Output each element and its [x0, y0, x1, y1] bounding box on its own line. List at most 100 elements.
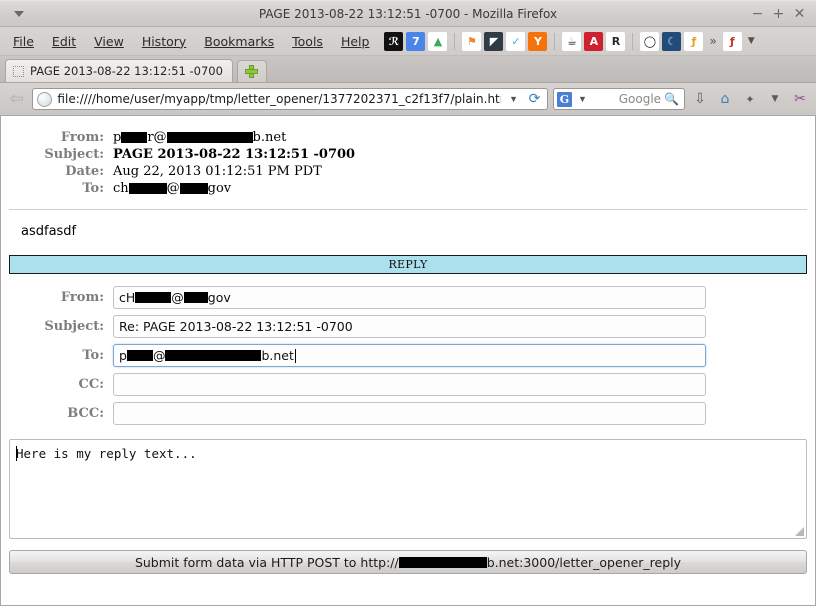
title-bar: PAGE 2013-08-22 13:12:51 -0700 - Mozilla…	[0, 0, 816, 27]
reply-body-text: Here is my reply text...	[16, 446, 197, 461]
blank-page-icon	[13, 65, 24, 77]
home-icon[interactable]: ⌂	[715, 89, 735, 109]
reload-icon[interactable]: ⟳	[526, 91, 543, 108]
address-bar[interactable]: file:////home/user/myapp/tmp/letter_open…	[32, 88, 548, 110]
new-tab-button[interactable]	[236, 60, 267, 82]
rss-feed-icon[interactable]: ◤	[484, 31, 504, 51]
search-bar[interactable]: G ▼ Google 🔍	[553, 88, 685, 110]
text-segment: @	[171, 290, 184, 305]
resize-handle-icon[interactable]	[794, 526, 804, 536]
reply-form-row: From: cH @ gov	[1, 286, 815, 309]
email-header-row: Date: Aug 22, 2013 01:12:51 PM PDT	[1, 163, 815, 180]
redaction-bar	[398, 556, 487, 568]
maximize-button[interactable]: +	[769, 4, 788, 23]
window-title: PAGE 2013-08-22 13:12:51 -0700 - Mozilla…	[258, 6, 558, 21]
toolbar-overflow-button[interactable]: »	[706, 34, 719, 48]
google-icon: G	[557, 91, 572, 107]
minimize-button[interactable]: −	[748, 4, 767, 23]
text-segment: Submit form data via HTTP POST to http:/…	[134, 554, 399, 570]
extension-toolbar: ℛ 7 ▲ ⚑ ◤ ✓ Y ☕ A R ◯ ☾ ƒ» ƒ ▼	[384, 31, 758, 51]
reply-field-label: From:	[60, 290, 104, 305]
text-cursor	[294, 348, 296, 363]
menu-view[interactable]: View	[85, 32, 133, 51]
search-engine-chevron-down-icon[interactable]: ▼	[575, 94, 590, 104]
menu-bar: File Edit View History Bookmarks Tools H…	[0, 27, 816, 56]
redaction-bar	[183, 292, 208, 303]
text-segment: ch	[113, 181, 129, 196]
text-segment: Re: PAGE 2013-08-22 13:12:51 -0700	[119, 319, 353, 334]
reply-body-textarea[interactable]: Here is my reply text...	[9, 439, 807, 539]
redaction-bar	[179, 183, 208, 194]
tab-active-label: PAGE 2013-08-22 13:12:51 -0700	[30, 64, 223, 78]
reply-cc-field[interactable]	[113, 373, 706, 396]
moon-icon[interactable]: ☾	[662, 31, 682, 51]
speech-bubble-icon[interactable]: ⚑	[462, 31, 482, 51]
email-header: From: p r@ b.net Subject: PAGE 2013-08-22 13:…	[1, 116, 815, 197]
menu-history[interactable]: History	[133, 32, 195, 51]
email-body: asdfasdf	[21, 224, 77, 239]
github-icon[interactable]: ◯	[640, 31, 660, 51]
page-content: From: p r@ b.net Subject: PAGE 2013-08-22 13:…	[0, 116, 816, 606]
reply-bcc-field[interactable]	[113, 402, 706, 425]
toolbar-separator	[554, 32, 556, 50]
menu-bookmarks[interactable]: Bookmarks	[195, 32, 283, 51]
ruby-on-rails-icon[interactable]: R	[606, 31, 626, 51]
redaction-bar	[128, 183, 167, 194]
chevron-down-icon	[14, 10, 24, 17]
email-header-value: PAGE 2013-08-22 13:12:51 -0700	[113, 146, 355, 163]
toolbar-separator	[632, 32, 634, 50]
magnifier-icon[interactable]: 🔍	[664, 92, 681, 106]
search-input[interactable]: Google	[593, 92, 661, 106]
redaction-bar	[166, 132, 253, 143]
download-arrow-icon[interactable]: ⇩	[690, 89, 710, 109]
text-segment: PAGE 2013-08-22 13:12:51 -0700	[113, 147, 356, 162]
chevron-down-icon[interactable]: ▼	[506, 94, 521, 104]
yahoo-icon[interactable]: Y	[528, 31, 548, 51]
address-bar-url: file:////home/user/myapp/tmp/letter_open…	[57, 92, 502, 106]
noscript-icon[interactable]: ƒ	[722, 31, 742, 51]
reply-field-label: BCC:	[67, 406, 104, 421]
reply-section-title: REPLY	[388, 258, 428, 271]
menu-edit-label: Edit	[51, 33, 77, 49]
back-arrow-icon[interactable]: ⇦	[6, 88, 27, 110]
scissors-icon[interactable]: ✂	[790, 89, 810, 109]
navigation-toolbar: ⇦ file:////home/user/myapp/tmp/letter_op…	[0, 83, 816, 116]
text-segment: b.net	[261, 348, 294, 363]
redaction-bar	[121, 132, 148, 143]
submit-button[interactable]: Submit form data via HTTP POST to http:/…	[9, 550, 807, 574]
reply-to-field[interactable]: p @ b.net	[113, 344, 706, 367]
menu-tools[interactable]: Tools	[283, 32, 332, 51]
menu-edit[interactable]: Edit	[43, 32, 85, 51]
reply-form-row: BCC:	[1, 402, 815, 425]
menu-file[interactable]: File	[4, 32, 43, 51]
new-tab-plus-icon	[245, 65, 259, 78]
menu-help[interactable]: Help	[332, 32, 379, 51]
google-drive-icon[interactable]: ▲	[428, 31, 448, 51]
text-segment: cH	[119, 290, 136, 305]
window-menu-button[interactable]	[6, 4, 32, 24]
reply-subject-field[interactable]: Re: PAGE 2013-08-22 13:12:51 -0700	[113, 315, 706, 338]
text-segment: b.net	[252, 130, 287, 145]
angularjs-icon[interactable]: A	[584, 31, 604, 51]
reply-from-field[interactable]: cH @ gov	[113, 286, 706, 309]
close-button[interactable]: ✕	[790, 4, 809, 23]
readability-icon[interactable]: ℛ	[384, 31, 404, 51]
extras-chevron-down-icon[interactable]: ▼	[765, 89, 785, 109]
text-cursor	[16, 446, 17, 461]
firefox-window: PAGE 2013-08-22 13:12:51 -0700 - Mozilla…	[0, 0, 816, 606]
chevron-down-icon[interactable]: ▼	[745, 36, 758, 46]
google-calendar-icon[interactable]: 7	[406, 31, 426, 51]
email-header-label: Date:	[65, 164, 104, 179]
tab-strip: PAGE 2013-08-22 13:12:51 -0700	[0, 56, 816, 83]
bookmarks-icon[interactable]: ✦	[740, 89, 760, 109]
email-header-value: Aug 22, 2013 01:12:51 PM PDT	[113, 163, 322, 180]
email-header-row: To: ch @ gov	[1, 180, 815, 197]
javascript-debugger-icon[interactable]: ƒ	[684, 31, 704, 51]
email-header-label: From:	[60, 130, 104, 145]
text-segment: p	[119, 348, 127, 363]
tab-active[interactable]: PAGE 2013-08-22 13:12:51 -0700	[5, 59, 233, 82]
twitter-icon[interactable]: ✓	[506, 31, 526, 51]
coffee-cup-icon[interactable]: ☕	[562, 31, 582, 51]
reply-field-label: To:	[82, 348, 104, 363]
text-segment: b.net:3000/letter_opener_reply	[486, 554, 682, 570]
